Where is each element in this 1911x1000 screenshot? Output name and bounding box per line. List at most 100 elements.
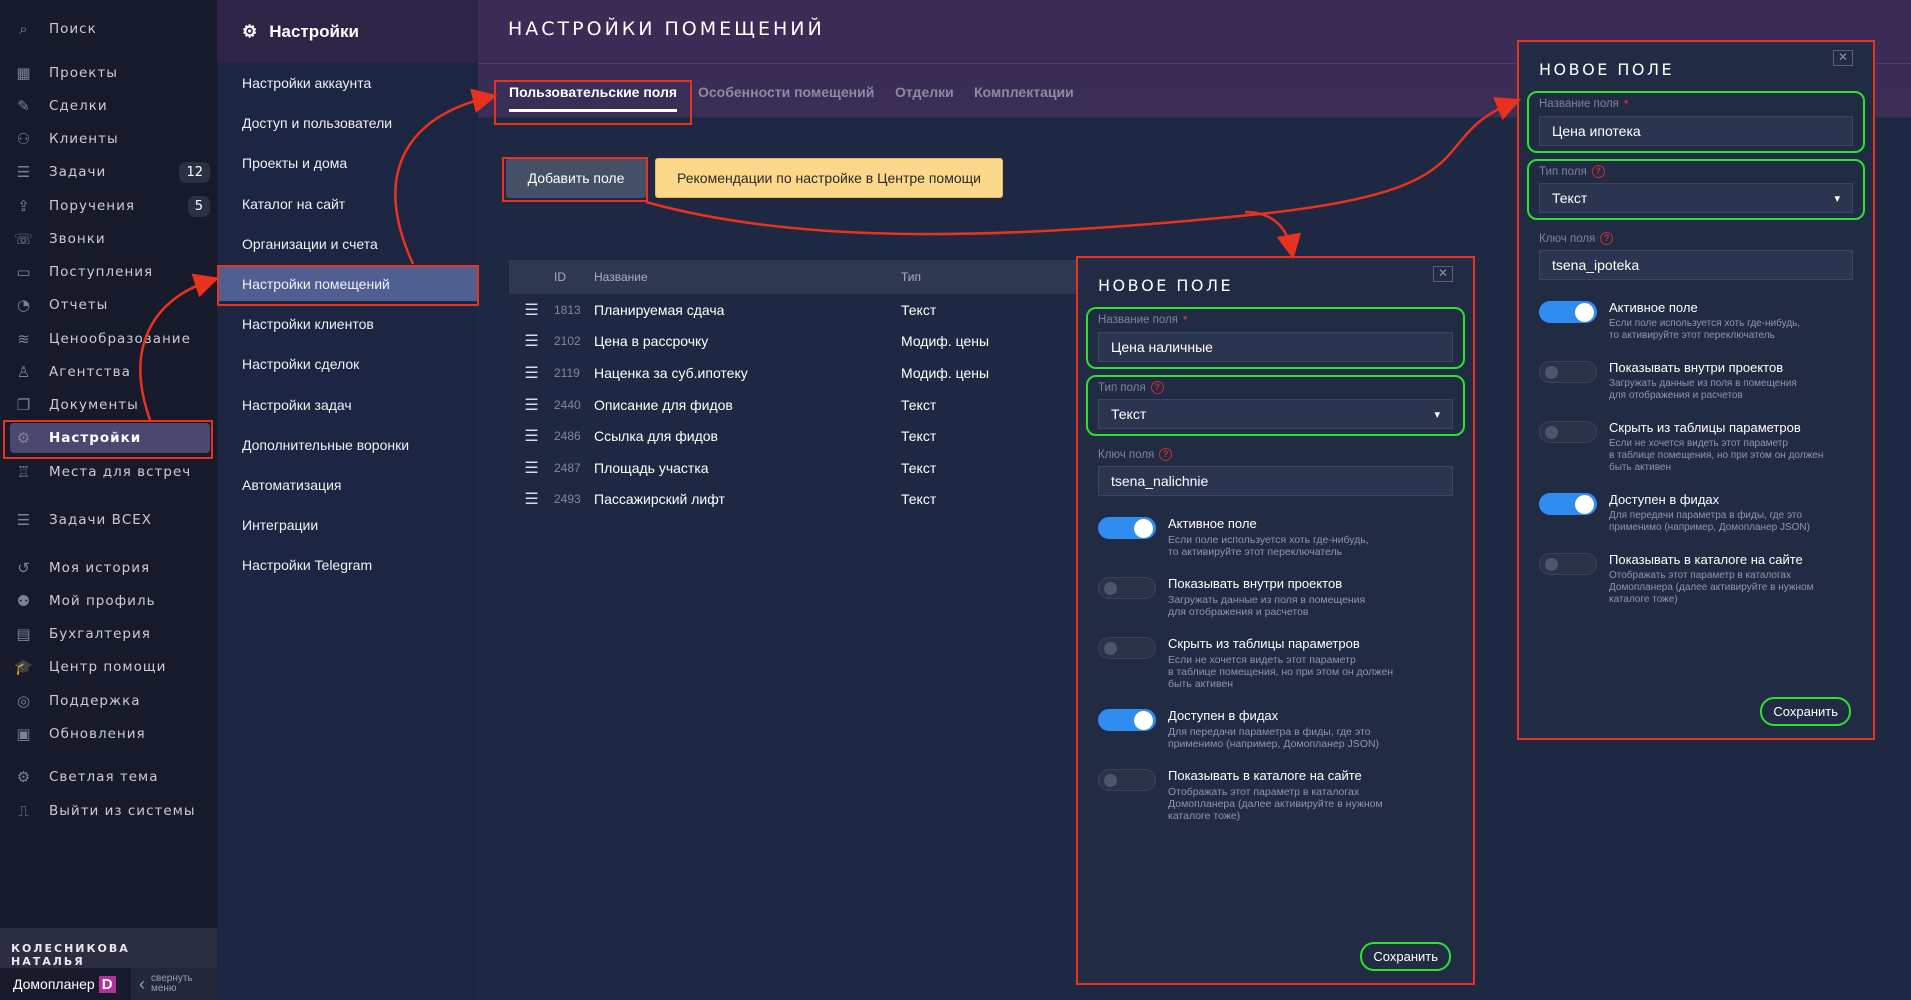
user-name[interactable]: КОЛЕСНИКОВА НАТАЛЬЯ — [0, 928, 217, 968]
toggle-text: Активное поле Если поле используется хоть… — [1609, 300, 1800, 342]
col-id[interactable]: ID — [554, 270, 594, 284]
help-center-button[interactable]: Рекомендации по настройке в Центре помощ… — [655, 158, 1003, 198]
sidebar-item-label: Документы — [49, 397, 139, 413]
field-type-select[interactable]: Текст ▾ — [1539, 183, 1853, 213]
tab-packages[interactable]: Комплектации — [974, 84, 1074, 100]
sidebar-item[interactable]: ◎ Поддержка — [10, 686, 210, 716]
sidebar-item[interactable]: ⚉ Мой профиль — [10, 586, 210, 616]
table-row[interactable]: ☰ 2119 Наценка за суб.ипотеку Модиф. цены — [509, 357, 1076, 389]
close-icon[interactable]: ✕ — [1833, 50, 1853, 66]
sidebar-item[interactable]: ☏ Звонки — [10, 224, 210, 254]
row-name[interactable]: Ссылка для фидов — [594, 428, 901, 444]
sidebar-item[interactable]: ▣ Обновления — [10, 719, 210, 749]
table-row[interactable]: ☰ 2486 Ссылка для фидов Текст — [509, 420, 1076, 452]
submenu-item[interactable]: Настройки помещений — [217, 267, 478, 301]
sidebar-item[interactable]: ❐ Документы — [10, 390, 210, 420]
sidebar-item[interactable]: ⎍ Выйти из системы — [10, 796, 210, 826]
row-name[interactable]: Наценка за суб.ипотеку — [594, 365, 901, 381]
sidebar-item[interactable]: ⇪ Поручения 5 — [10, 191, 210, 221]
submenu-item[interactable]: Организации и счета — [217, 227, 478, 261]
toggle-switch[interactable] — [1539, 421, 1597, 443]
table-row[interactable]: ☰ 1813 Планируемая сдача Текст — [509, 294, 1076, 326]
submenu-item[interactable]: Проекты и дома — [217, 146, 478, 180]
drag-handle-icon[interactable]: ☰ — [509, 426, 554, 446]
col-type[interactable]: Тип — [901, 270, 1076, 284]
drag-handle-icon[interactable]: ☰ — [509, 331, 554, 351]
help-icon[interactable]: ? — [1150, 381, 1164, 394]
sidebar-item[interactable]: ▭ Поступления — [10, 257, 210, 287]
submenu-item[interactable]: Настройки клиентов — [217, 307, 478, 341]
toggle-switch[interactable] — [1098, 577, 1156, 599]
collapse-menu-button[interactable]: ‹ свернуть меню — [131, 968, 217, 1000]
toggle-switch[interactable] — [1539, 301, 1597, 323]
submenu-item[interactable]: Автоматизация — [217, 468, 478, 502]
submenu-item[interactable]: Интеграции — [217, 508, 478, 542]
sidebar-item[interactable]: ⚇ Клиенты — [10, 124, 210, 154]
sidebar-item[interactable]: ↺ Моя история — [10, 553, 210, 583]
help-icon[interactable]: ? — [1159, 448, 1173, 461]
tab-custom-fields[interactable]: Пользовательские поля — [509, 84, 678, 112]
col-name[interactable]: Название — [594, 270, 901, 284]
field-key-input[interactable]: tsena_ipoteka — [1539, 250, 1853, 280]
row-name[interactable]: Цена в рассрочку — [594, 333, 901, 349]
drag-handle-icon[interactable]: ☰ — [509, 458, 554, 478]
sidebar-item[interactable]: ▤ Бухгалтерия — [10, 619, 210, 649]
sidebar-item-label: Места для встреч — [49, 464, 192, 480]
submenu-item[interactable]: Настройки аккаунта — [217, 66, 478, 100]
toggle-switch[interactable] — [1098, 709, 1156, 731]
row-name[interactable]: Площадь участка — [594, 460, 901, 476]
sidebar-item[interactable]: ⌕ Поиск — [10, 14, 210, 44]
row-name[interactable]: Описание для фидов — [594, 397, 901, 413]
sidebar-item[interactable]: ◔ Отчеты — [10, 290, 210, 320]
sidebar-icon: ⚉ — [16, 592, 32, 610]
sidebar-item[interactable]: ☰ Задачи ВСЕХ — [10, 505, 210, 535]
sidebar-item[interactable]: ⚙ Настройки — [10, 423, 210, 453]
save-button[interactable]: Сохранить — [1360, 942, 1451, 971]
sidebar-item[interactable]: ♖ Места для встреч — [10, 457, 210, 487]
tab-finishes[interactable]: Отделки — [895, 84, 954, 100]
close-icon[interactable]: ✕ — [1433, 266, 1453, 282]
row-name[interactable]: Пассажирский лифт — [594, 491, 901, 507]
drag-handle-icon[interactable]: ☰ — [509, 300, 554, 320]
toggle-switch[interactable] — [1539, 361, 1597, 383]
toggle-switch[interactable] — [1098, 769, 1156, 791]
sidebar-item-label: Бухгалтерия — [49, 626, 151, 642]
field-key-input[interactable]: tsena_nalichnie — [1098, 466, 1453, 496]
submenu-item[interactable]: Настройки сделок — [217, 347, 478, 381]
sidebar-item[interactable]: ▦ Проекты — [10, 58, 210, 88]
toggle-switch[interactable] — [1539, 493, 1597, 515]
drag-handle-icon[interactable]: ☰ — [509, 489, 554, 509]
sidebar-item[interactable]: ♙ Агентства — [10, 357, 210, 387]
field-name-input[interactable]: Цена ипотека — [1539, 116, 1853, 146]
sidebar-item[interactable]: ⚙ Светлая тема — [10, 762, 210, 792]
table-row[interactable]: ☰ 2102 Цена в рассрочку Модиф. цены — [509, 326, 1076, 358]
drag-handle-icon[interactable]: ☰ — [509, 363, 554, 383]
table-row[interactable]: ☰ 2493 Пассажирский лифт Текст — [509, 484, 1076, 516]
submenu-item[interactable]: Каталог на сайт — [217, 187, 478, 221]
submenu-item[interactable]: Дополнительные воронки — [217, 428, 478, 462]
submenu-item[interactable]: Доступ и пользователи — [217, 106, 478, 140]
drag-handle-icon[interactable]: ☰ — [509, 395, 554, 415]
toggle-switch[interactable] — [1539, 553, 1597, 575]
field-name-input[interactable]: Цена наличные — [1098, 332, 1453, 362]
toggle-title: Доступен в фидах — [1168, 708, 1279, 723]
help-icon[interactable]: ? — [1600, 232, 1614, 245]
table-row[interactable]: ☰ 2440 Описание для фидов Текст — [509, 389, 1076, 421]
brand-logo: D — [98, 975, 116, 993]
submenu-item[interactable]: Настройки Telegram — [217, 548, 478, 582]
field-type-select[interactable]: Текст ▾ — [1098, 399, 1453, 429]
submenu-item[interactable]: Настройки задач — [217, 388, 478, 422]
sidebar-item[interactable]: ☰ Задачи 12 — [10, 157, 210, 187]
help-icon[interactable]: ? — [1591, 165, 1605, 178]
sidebar-item[interactable]: ≋ Ценообразование — [10, 324, 210, 354]
add-field-button[interactable]: Добавить поле — [506, 158, 646, 198]
save-button[interactable]: Сохранить — [1760, 697, 1851, 726]
table-row[interactable]: ☰ 2487 Площадь участка Текст — [509, 452, 1076, 484]
row-name[interactable]: Планируемая сдача — [594, 302, 901, 318]
toggle-switch[interactable] — [1098, 637, 1156, 659]
tab-unit-features[interactable]: Особенности помещений — [698, 84, 874, 100]
row-type: Текст — [901, 301, 937, 318]
toggle-switch[interactable] — [1098, 517, 1156, 539]
sidebar-item[interactable]: 🎓 Центр помощи — [10, 652, 210, 682]
sidebar-item[interactable]: ✎ Сделки — [10, 91, 210, 121]
